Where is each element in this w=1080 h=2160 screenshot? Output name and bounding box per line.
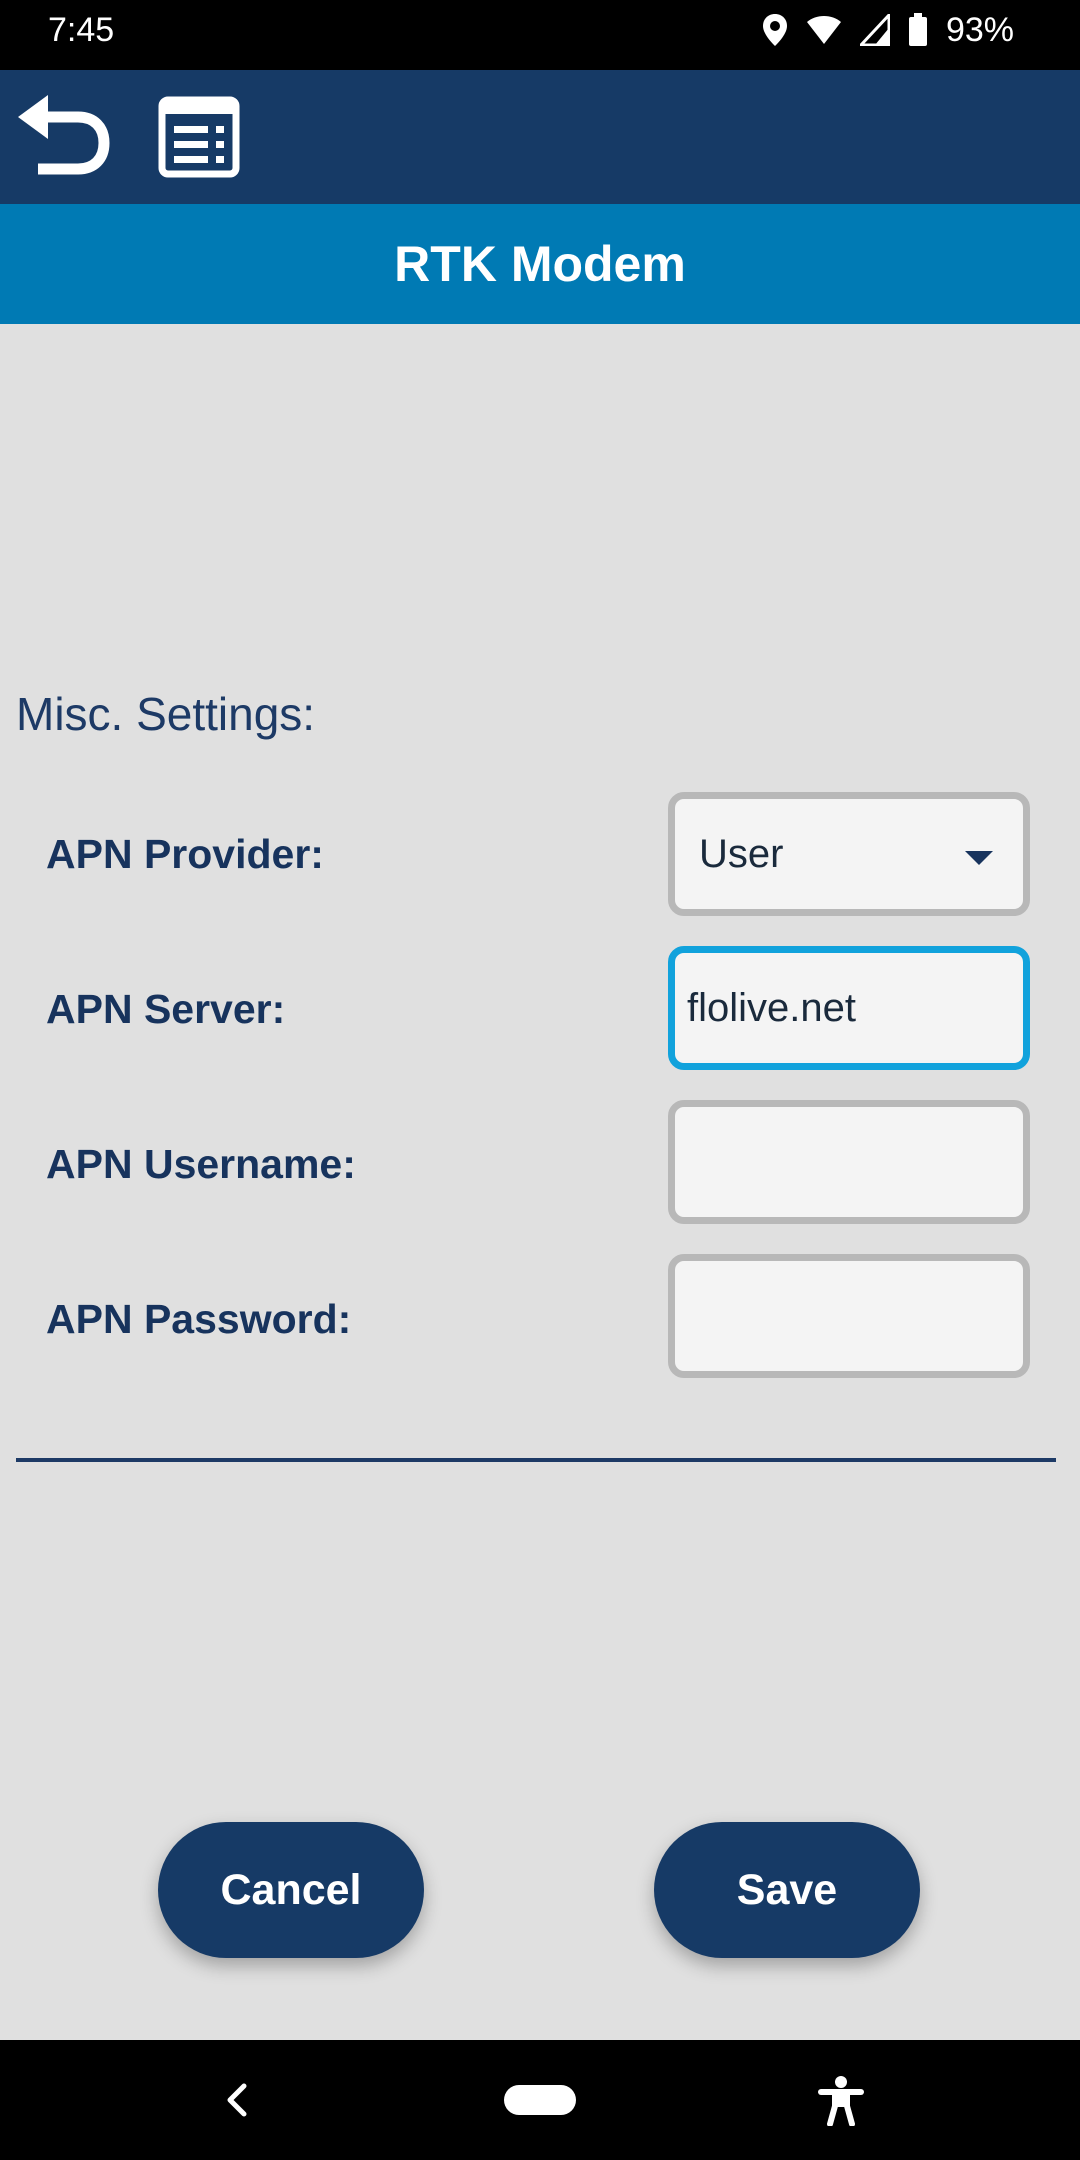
apn-password-input[interactable] [668,1254,1030,1378]
section-heading: Misc. Settings: [16,688,316,740]
app-toolbar [0,70,1080,204]
apn-server-value: flolive.net [687,986,856,1030]
battery-icon [908,13,928,47]
accessibility-icon[interactable] [818,2076,864,2131]
status-bar: 7:45 93% [0,0,1080,70]
apn-provider-dropdown[interactable]: User [668,792,1030,916]
wifi-icon [806,15,842,45]
apn-server-label: APN Server: [46,986,286,1032]
save-button[interactable]: Save [654,1822,920,1958]
section-divider [16,1458,1056,1462]
apn-password-label: APN Password: [46,1296,352,1342]
settings-menu-button[interactable] [156,96,242,182]
chevron-down-icon [965,851,993,865]
status-icons: 93% [762,10,1014,50]
cancel-button[interactable]: Cancel [158,1822,424,1958]
nav-home-pill[interactable] [504,2085,576,2115]
undo-back-icon [14,94,110,180]
battery-percent: 93% [945,11,1014,49]
back-button[interactable] [12,94,112,180]
settings-list-icon [158,96,240,183]
apn-username-label: APN Username: [46,1141,356,1187]
apn-username-input[interactable] [668,1100,1030,1224]
nav-back-icon[interactable] [222,2080,252,2125]
status-time: 7:45 [48,11,115,49]
apn-provider-label: APN Provider: [46,831,324,877]
title-bar: RTK Modem [0,204,1080,324]
page-title: RTK Modem [394,236,686,292]
apn-server-input[interactable]: flolive.net [668,946,1030,1070]
location-icon [762,13,788,47]
apn-provider-value: User [699,832,784,876]
signal-icon [859,14,890,46]
system-nav-bar [0,2040,1080,2160]
